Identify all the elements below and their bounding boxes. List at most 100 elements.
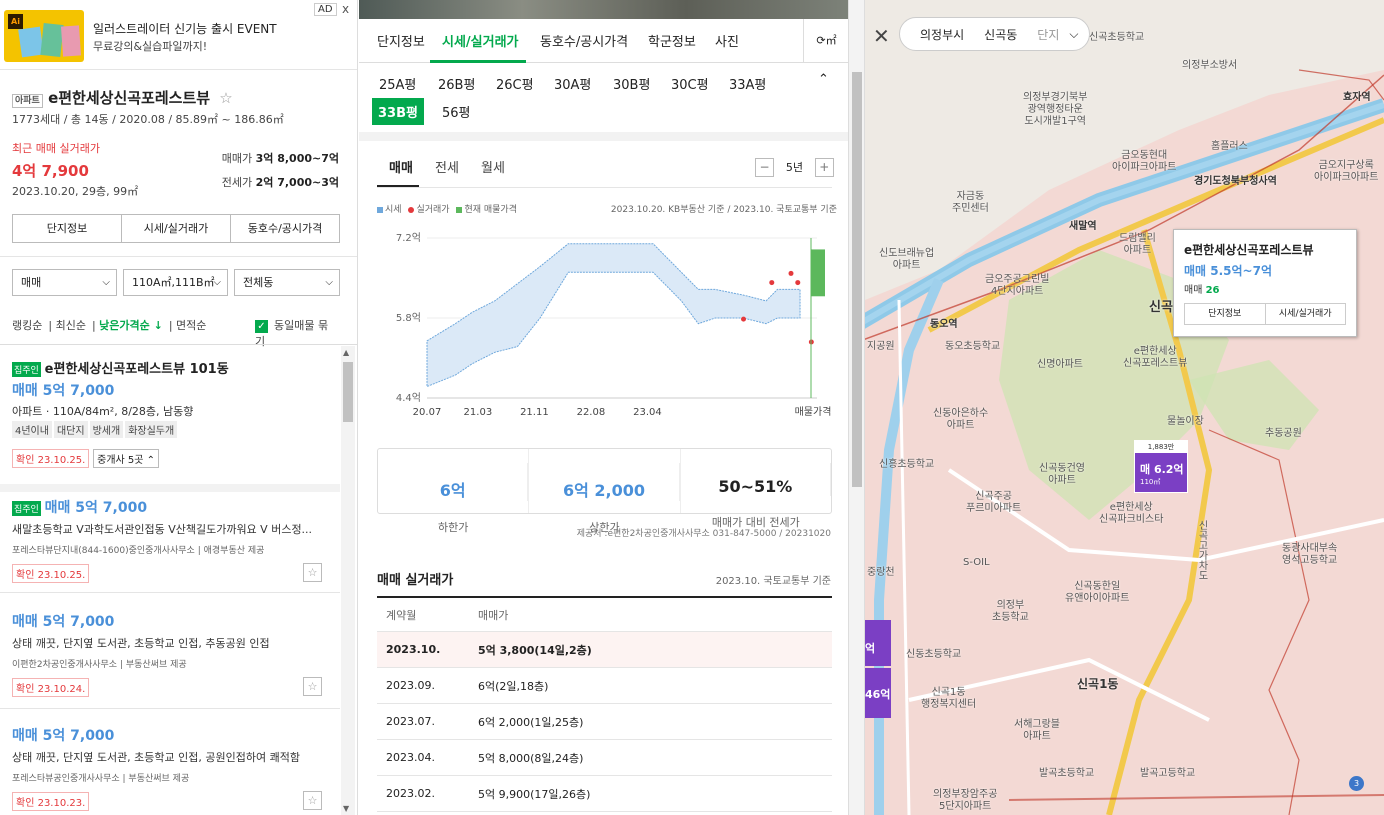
broker-count-button[interactable]: 중개사 5곳 ⌃ xyxy=(93,449,160,468)
map-label[interactable]: 의정부소방서 xyxy=(1182,60,1237,72)
price-marker[interactable]: 46억 xyxy=(865,668,891,718)
map-label[interactable]: 추동공원 xyxy=(1265,428,1302,440)
sort-latest[interactable]: 최신순 xyxy=(56,319,86,332)
scrollbar-thumb[interactable] xyxy=(343,362,353,422)
map-label[interactable]: S-OIL xyxy=(963,557,990,569)
pyeong-type[interactable]: 30C평 xyxy=(671,74,709,93)
map-label[interactable]: 동오역 xyxy=(930,319,958,331)
map-label[interactable]: 금오지구상록 아이파크아파트 xyxy=(1314,160,1378,184)
unit-toggle-button[interactable]: ⟳㎡ xyxy=(803,19,849,63)
map-label[interactable]: 자금동 주민센터 xyxy=(952,191,989,215)
map-label[interactable]: 의정부장암주공 5단지아파트 xyxy=(933,789,997,813)
map-label[interactable]: 신곡동한일 유앤아이아파트 xyxy=(1065,581,1129,605)
map-label[interactable]: 금오주공그린빌 4단지아파트 xyxy=(985,274,1049,298)
ad-close-icon[interactable]: x xyxy=(342,2,349,16)
map-label[interactable]: 드림밸리 아파트 xyxy=(1119,233,1156,257)
pyeong-type[interactable]: 26B평 xyxy=(438,74,475,93)
map-label[interactable]: 신곡 xyxy=(1149,301,1173,314)
map-label[interactable]: 경기도청북부청사역 xyxy=(1194,176,1277,188)
listing-scrollbar[interactable]: ▲ ▼ xyxy=(341,346,355,815)
popup-title[interactable]: e편한세상신곡포레스트뷰 xyxy=(1184,241,1314,258)
breadcrumb-dong[interactable]: 신곡동 xyxy=(984,26,1017,43)
popup-price-button[interactable]: 시세/실거래가 xyxy=(1266,304,1346,324)
pyeong-type[interactable]: 56평 xyxy=(442,102,471,121)
ad-banner[interactable]: Ai 일러스트레이터 신기능 출시 EVENT 무료강의&실습파일까지! AD … xyxy=(0,0,357,70)
table-row[interactable]: 2023.04. 5억 8,000(8일,24층) xyxy=(377,740,832,776)
price-history-button[interactable]: 시세/실거래가 xyxy=(122,215,231,242)
map-label[interactable]: 신곡1동 행정복지센터 xyxy=(921,687,976,711)
breadcrumb-city[interactable]: 의정부시 xyxy=(920,26,964,43)
sort-low-price[interactable]: 낮은가격순 ↓ xyxy=(99,319,163,332)
tab-photos[interactable]: 사진 xyxy=(715,31,739,50)
close-icon[interactable]: ✕ xyxy=(873,24,890,48)
sort-area[interactable]: 면적순 xyxy=(176,319,206,332)
chevron-up-icon[interactable]: ⌃ xyxy=(818,72,829,87)
map-label[interactable]: 신동초등학교 xyxy=(906,649,961,661)
map-label[interactable]: 물놀이장 xyxy=(1167,416,1204,428)
ad-image[interactable]: Ai xyxy=(4,10,84,62)
tab-sale[interactable]: 매매 xyxy=(389,157,413,176)
price-marker[interactable]: 억 xyxy=(865,620,891,666)
favorite-star-icon[interactable]: ☆ xyxy=(303,677,322,696)
map-label[interactable]: 신곡주공 푸르미아파트 xyxy=(966,491,1021,515)
price-chart[interactable]: 4.4억 5.8억 7.2억 20.07 21.03 21.11 22.08 23.04 매물가… xyxy=(377,228,835,423)
pyeong-type[interactable]: 30A평 xyxy=(554,74,591,93)
table-row[interactable]: 2023.02. 5억 9,900(17일,26층) xyxy=(377,776,832,812)
favorite-star-icon[interactable]: ☆ xyxy=(219,89,232,107)
map-label[interactable]: 의정부경기북부 광역행정타운 도시개발1구역 xyxy=(1023,92,1087,128)
map-label[interactable]: 신곡동건영 아파트 xyxy=(1039,463,1085,487)
map-label[interactable]: 새말역 xyxy=(1069,221,1097,233)
table-row[interactable]: 2023.10. 5억 3,800(14일,2층) xyxy=(377,632,832,668)
ad-title[interactable]: 일러스트레이터 신기능 출시 EVENT xyxy=(93,20,277,37)
pyeong-type[interactable]: 25A평 xyxy=(379,74,416,93)
favorite-star-icon[interactable]: ☆ xyxy=(303,563,322,582)
trade-type-select[interactable]: 매매 ⌵ xyxy=(12,269,117,296)
map-label[interactable]: e편한세상 신곡파크비스타 xyxy=(1099,502,1163,526)
map-scrollbar[interactable] xyxy=(849,0,865,815)
map-label[interactable]: 발곡초등학교 xyxy=(1039,768,1094,780)
tab-jeonse[interactable]: 전세 xyxy=(435,157,459,176)
dong-select[interactable]: 전체동 ⌵ xyxy=(234,269,340,296)
map-label[interactable]: 중랑천 xyxy=(867,567,895,579)
price-marker[interactable]: 1,883만 매 6.2억 110㎡ xyxy=(1134,440,1188,493)
popup-info-button[interactable]: 단지정보 xyxy=(1185,304,1266,324)
breadcrumb-complex[interactable]: 단지 xyxy=(1037,26,1059,43)
complex-info-button[interactable]: 단지정보 xyxy=(13,215,122,242)
map-label[interactable]: 발곡고등학교 xyxy=(1140,768,1195,780)
table-row[interactable]: 2023.07. 6억 2,000(1일,25층) xyxy=(377,704,832,740)
map-breadcrumb[interactable]: 의정부시 신곡동 단지 ⌵ xyxy=(899,17,1090,51)
map-label[interactable]: 신흥초등학교 xyxy=(879,459,934,471)
map-label[interactable]: 효자역 xyxy=(1343,92,1371,104)
map-label[interactable]: 동광사대부속 영석고등학교 xyxy=(1282,543,1337,567)
map-label[interactable]: 신명아파트 xyxy=(1037,359,1083,371)
map-label[interactable]: 의정부 초등학교 xyxy=(992,600,1029,624)
map-label[interactable]: 신동아은하수 아파트 xyxy=(933,408,988,432)
map-label[interactable]: 신도브래뉴업 아파트 xyxy=(879,248,934,272)
scrollbar-thumb[interactable] xyxy=(852,72,862,487)
tab-price-history[interactable]: 시세/실거래가 xyxy=(442,31,519,50)
table-row[interactable]: 2023.09. 6억(2일,18층) xyxy=(377,668,832,704)
sort-ranking[interactable]: 랭킹순 xyxy=(12,319,42,332)
ad-subtitle[interactable]: 무료강의&실습파일까지! xyxy=(93,38,207,54)
minus-button[interactable]: − xyxy=(755,158,774,177)
tab-monthly[interactable]: 월세 xyxy=(481,157,505,176)
pyeong-type[interactable]: 33A평 xyxy=(729,74,766,93)
map-label[interactable]: 지공원 xyxy=(867,341,895,353)
map-label[interactable]: e편한세상 신곡포레스트뷰 xyxy=(1123,346,1187,370)
listing-title[interactable]: e편한세상신곡포레스트뷰 101동 xyxy=(45,362,229,377)
map-label[interactable]: 동오초등학교 xyxy=(945,341,1000,353)
map-label[interactable]: 신곡고가차도 xyxy=(1195,520,1207,580)
area-select[interactable]: 110A㎡,111B㎡ ⌵ xyxy=(123,269,228,296)
tab-complex-info[interactable]: 단지정보 xyxy=(377,31,425,50)
scroll-up-icon[interactable]: ▲ xyxy=(343,348,349,357)
tab-unit-price[interactable]: 동호수/공시가격 xyxy=(540,31,628,50)
complex-popup[interactable]: e편한세상신곡포레스트뷰 매매 5.5억~7억 매매 26 단지정보 시세/실거… xyxy=(1173,229,1357,337)
map-label[interactable]: 신곡초등학교 xyxy=(1089,32,1144,44)
map-view[interactable]: ✕ 의정부시 신곡동 단지 ⌵ 신곡초등학교 의정부소방서 의정부경기북부 광역… xyxy=(849,0,1384,815)
map-label[interactable]: 서해그랑블 아파트 xyxy=(1014,719,1060,743)
pyeong-type-active[interactable]: 33B평 xyxy=(372,98,424,125)
favorite-star-icon[interactable]: ☆ xyxy=(303,791,322,810)
scroll-down-icon[interactable]: ▼ xyxy=(343,804,349,813)
pyeong-type[interactable]: 30B평 xyxy=(613,74,650,93)
map-label[interactable]: 홈플러스 xyxy=(1211,141,1248,153)
